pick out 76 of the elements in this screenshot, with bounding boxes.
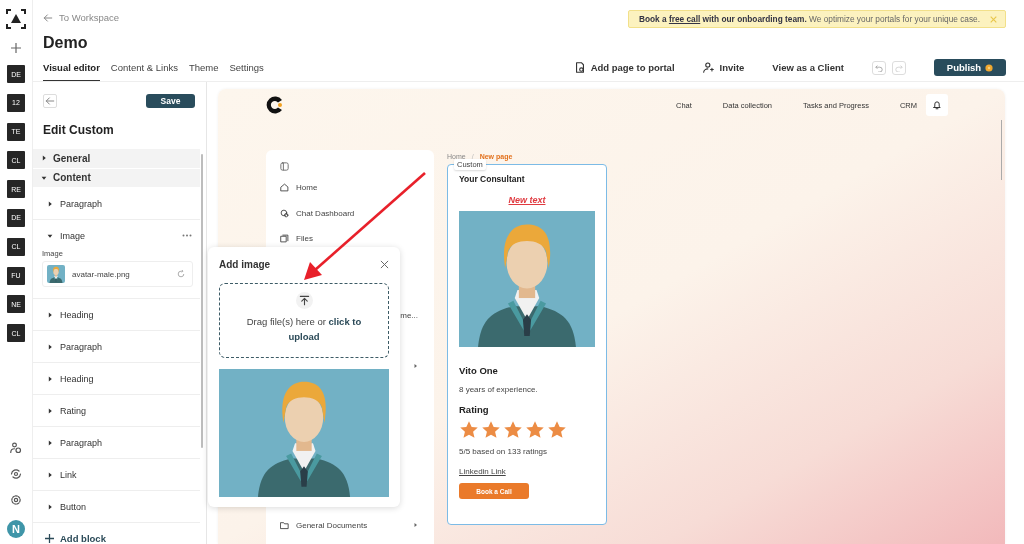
card-heading: Your Consultant [459,174,526,186]
banner-text: Book a free call with our onboarding team. We optimize your portals for your unique case. [638,14,980,24]
rating-heading: Rating [459,404,490,415]
settings-icon[interactable] [10,494,22,506]
block-row[interactable]: Rating [33,395,200,426]
back-arrow-icon [43,12,53,23]
rating-text: 5/5 based on 133 ratings [459,447,549,456]
undo-icon [875,63,883,72]
chat-icon [280,208,289,218]
sync-eye-icon[interactable] [10,468,22,480]
editor-tab[interactable]: Content & Links [110,62,178,81]
caret-right-icon[interactable] [413,363,418,370]
block-row[interactable]: Paragraph [33,331,200,362]
block-row[interactable]: Paragraph [33,188,200,219]
dialog-title: Add image [219,258,271,270]
star-icon [459,420,479,440]
sidebar-item[interactable]: General Documents [280,512,418,538]
person-plus-icon [702,62,714,73]
sidebar-item[interactable]: Files [280,226,418,252]
toolbar-button[interactable]: View as a Client [772,62,844,73]
star-icon [503,420,523,440]
image-field[interactable]: avatar-male.png [42,261,193,287]
app-logo[interactable] [6,9,26,29]
coin-icon [985,63,994,72]
scrollbar[interactable] [201,154,203,448]
page-title: Demo [43,33,89,53]
back-link[interactable]: To Workspace [43,11,264,24]
block-row[interactable]: Link [33,459,200,490]
back-button[interactable] [43,94,57,108]
drop-zone[interactable]: Drag file(s) here or click to upload [219,283,389,358]
folder-icon [280,520,289,530]
accent-link-text[interactable]: New text [508,195,546,205]
block-row[interactable]: Button [33,491,200,522]
avatar-illustration [47,265,65,283]
block-row[interactable]: Paragraph [33,427,200,458]
publish-button[interactable]: Publish [934,59,1006,76]
toolbar-button[interactable]: Add page to portal [574,62,675,73]
experience-text: 8 years of experience. [459,385,539,394]
drop-zone-text: Drag file(s) here or click to upload [245,315,363,344]
save-button[interactable]: Save [146,94,195,108]
section-header[interactable]: Content [33,168,200,187]
upload-icon [298,295,310,306]
portal-logo[interactable] [265,95,285,115]
notification-button[interactable] [926,94,948,116]
panel-title: Edit Custom [42,122,115,139]
block-row[interactable]: Image [33,220,200,251]
bell-icon [932,100,942,110]
editor-tab[interactable]: Theme [188,62,219,81]
star-icon [481,420,501,440]
more-icon[interactable] [182,234,192,237]
close-icon[interactable] [380,259,389,269]
sidebar-item[interactable]: Chat Dashboard [280,200,418,226]
editor-tab[interactable]: Settings [229,62,264,81]
users-icon[interactable] [10,442,22,454]
star-icon [547,420,567,440]
redo-icon [895,63,903,72]
consultant-name: Vito One [459,365,499,376]
linkedin-link[interactable]: Linkedin Link [459,467,506,476]
sidebar-toggle-icon[interactable] [280,162,289,171]
free-call-link[interactable]: free call [668,14,701,24]
plus-icon[interactable] [11,43,21,53]
files-icon [280,234,289,244]
toolbar-button[interactable]: Invite [702,62,745,73]
add-block-button[interactable]: Add block [33,523,106,544]
sidebar-item[interactable]: Home [280,175,418,201]
plus-icon [45,534,54,543]
page-plus-icon [574,62,585,73]
scrollbar[interactable] [1000,120,1002,180]
section-header[interactable]: General [33,149,200,168]
file-name: avatar-male.png [72,269,130,279]
block-row[interactable]: Heading [33,363,200,394]
home-icon [280,183,289,193]
editor-tab[interactable]: Visual editor [43,62,100,81]
block-row[interactable]: Heading [33,299,200,330]
star-icon [525,420,545,440]
back-arrow-icon [45,96,55,106]
